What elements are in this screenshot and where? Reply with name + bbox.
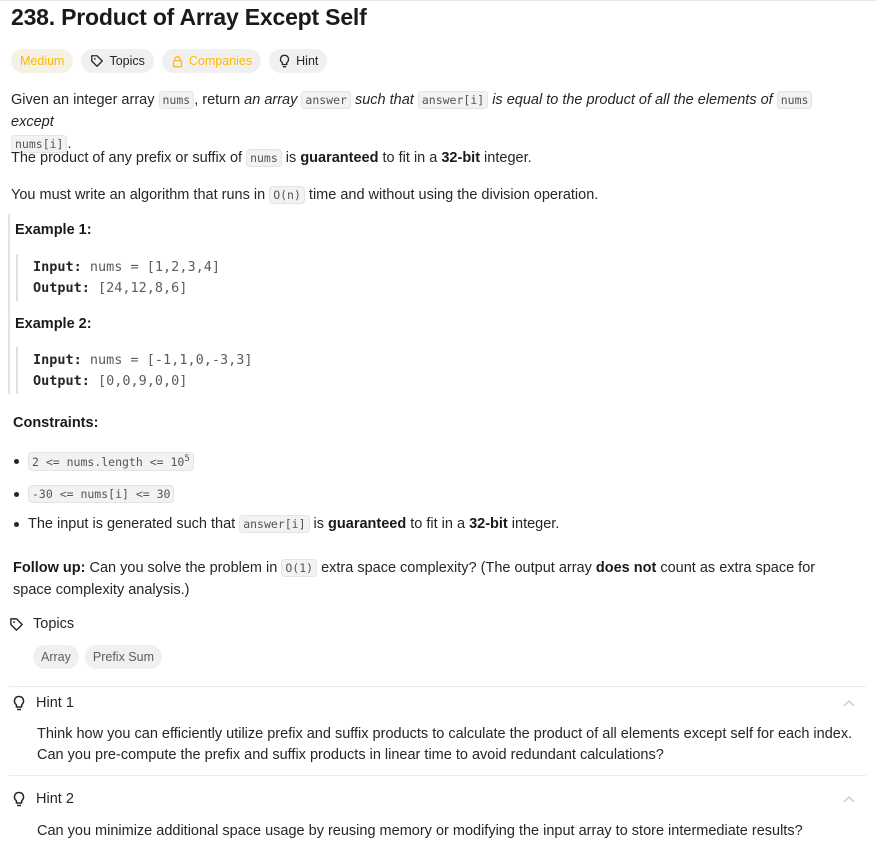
inline-code: answer[i] [417,91,489,109]
tag-icon [10,617,23,631]
emphasis-text: such that [350,92,418,108]
topics-button[interactable]: Topics [81,49,154,73]
constraint-item: The input is generated such that answer[… [13,515,560,533]
bold-text: guaranteed [328,516,407,532]
text: time and without using the division oper… [304,187,599,203]
output-value: [0,0,9,0,0] [89,372,188,389]
text: You must write an algorithm that runs in [11,187,270,203]
text: integer. [507,516,560,532]
hint-1-label: Hint 1 [36,695,74,711]
problem-title[interactable]: 238. Product of Array Except Self [11,4,367,31]
input-value: nums = [1,2,3,4] [81,259,220,275]
bold-text: 32-bit [469,516,508,532]
hint-button[interactable]: Hint [269,49,328,73]
superscript: 5 [184,454,190,464]
description-paragraph-3: You must write an algorithm that runs in… [11,184,856,206]
topics-button-label: Topics [109,54,145,68]
companies-button[interactable]: Companies [161,49,262,73]
text: extra space complexity? (The output arra… [317,560,596,576]
lightbulb-icon [280,54,290,68]
top-divider [0,0,877,1]
bullet-dot [14,491,19,497]
topic-chip-prefix-sum[interactable]: Prefix Sum [84,645,163,669]
example-2-heading: Example 2: [15,316,92,332]
bullet-dot [14,458,19,464]
description-paragraph-2: The product of any prefix or suffix of n… [11,147,856,169]
hint-1-toggle[interactable]: Hint 1 [12,695,74,711]
hint-2-label: Hint 2 [36,791,74,807]
emphasis-text: except [11,114,54,130]
code-text: 2 <= nums.length <= 10 [32,454,185,469]
input-label: Input: [33,259,82,275]
bold-text: 32-bit [441,150,481,166]
topic-chip-array[interactable]: Array [33,645,79,669]
text: to fit in a [378,150,442,166]
text: Can you solve the problem in [85,560,282,576]
inline-code: 2 <= nums.length <= 105 [28,452,194,471]
inline-code: answer[i] [239,515,310,533]
inline-code: O(n) [269,186,305,204]
difficulty-label: Medium [20,54,65,68]
constraint-item: 2 <= nums.length <= 105 [13,452,194,471]
text: is [309,516,329,532]
example-1-heading: Example 1: [15,222,92,238]
text: Given an integer array [11,92,159,108]
chevron-up-icon[interactable] [843,696,855,710]
companies-button-label: Companies [188,54,253,68]
example-2-bar [16,347,18,394]
text: to fit in a [406,516,470,532]
section-divider [9,775,866,776]
inline-code: O(1) [281,559,318,577]
topic-chips: Array Prefix Sum [33,645,163,669]
text: The input is generated such that [28,516,240,532]
chevron-up-icon[interactable] [843,792,855,806]
section-divider [9,686,866,687]
description-paragraph-1: Given an integer array nums, return an a… [11,89,856,155]
emphasis-text: is equal to the product of all the eleme… [488,92,777,108]
lightbulb-icon [13,695,25,711]
constraints-heading: Constraints: [13,415,99,431]
inline-code: nums [246,149,282,167]
bold-text: guaranteed [300,150,379,166]
difficulty-badge: Medium [11,49,74,73]
examples-border [8,214,10,394]
text: integer. [480,150,532,166]
text: , return [194,92,245,108]
text: The product of any prefix or suffix of [11,150,247,166]
bold-text: does not [595,560,657,576]
topics-section-toggle[interactable]: Topics [9,616,74,632]
hint-1-text: Think how you can efficiently utilize pr… [37,726,853,763]
lock-icon [172,55,183,67]
output-value: [24,12,8,6] [89,279,188,296]
topics-section-label: Topics [33,616,75,632]
input-label: Input: [33,352,82,368]
follow-up-paragraph: Follow up: Can you solve the problem in … [13,557,833,601]
follow-up-label: Follow up: [13,560,86,576]
inline-code: -30 <= nums[i] <= 30 [28,485,175,503]
example-1-bar [16,254,18,301]
example-2-code: Input: nums = [-1,1,0,-3,3] Output: [0,0… [33,350,252,391]
emphasis-text: an array [244,92,298,108]
constraint-text: The input is generated such that answer[… [28,515,560,533]
problem-description-panel: 238. Product of Array Except Self Medium… [0,0,877,858]
text: is [281,150,301,166]
inline-code: nums [158,91,195,109]
inline-code: answer [301,91,351,109]
constraint-item: -30 <= nums[i] <= 30 [13,485,175,503]
output-label: Output: [33,279,90,296]
tag-bar: Medium Topics Companies Hint [11,49,328,73]
hint-2-toggle[interactable]: Hint 2 [12,791,74,807]
example-1-code: Input: nums = [1,2,3,4] Output: [24,12,8… [33,257,220,298]
bullet-dot [14,521,19,527]
output-label: Output: [33,372,90,389]
inline-code: nums [776,91,813,109]
input-value: nums = [-1,1,0,-3,3] [81,352,253,368]
tag-icon [91,55,104,67]
hint-button-label: Hint [296,54,319,68]
lightbulb-icon [13,791,25,807]
hint-2-text: Can you minimize additional space usage … [37,823,803,839]
